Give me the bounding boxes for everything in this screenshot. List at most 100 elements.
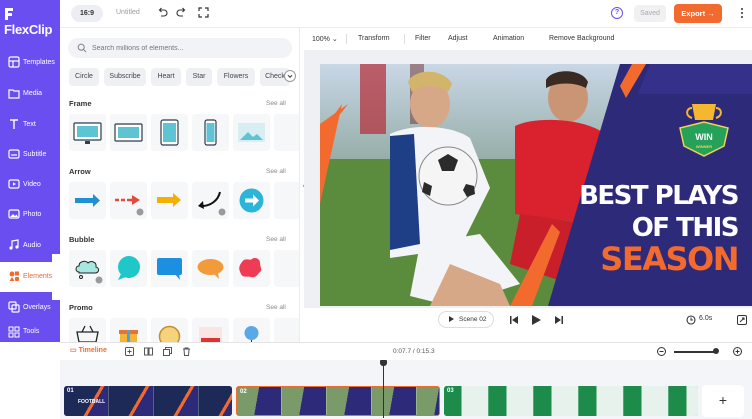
scene-duration[interactable]: 6.0s xyxy=(699,315,712,322)
preview-stage: WIN WINNER BEST PLAYS OF THIS SEASON xyxy=(304,50,752,308)
chip-subscribe[interactable]: Subscribe xyxy=(104,68,146,86)
see-all-frame[interactable]: See all xyxy=(266,100,286,107)
sidebar-item-media[interactable]: Media xyxy=(0,79,60,109)
element-thumbnail[interactable] xyxy=(274,182,299,219)
shopping-basket-icon xyxy=(76,325,99,342)
headline-line-1: BEST PLAYS xyxy=(579,181,738,211)
element-thumbnail[interactable] xyxy=(110,318,147,342)
redo-icon[interactable] xyxy=(176,7,187,18)
clip-frame xyxy=(417,387,439,415)
see-all-arrow[interactable]: See all xyxy=(266,168,286,175)
element-thumbnail[interactable] xyxy=(233,114,270,151)
chevron-down-icon[interactable] xyxy=(284,70,296,82)
element-thumbnail[interactable] xyxy=(233,250,270,287)
remove-background-button[interactable]: Remove Background xyxy=(549,35,614,42)
clip-frames xyxy=(444,386,698,416)
chip-circle[interactable]: Circle xyxy=(69,68,99,86)
element-search[interactable] xyxy=(68,38,292,58)
element-thumbnail[interactable] xyxy=(274,250,299,287)
zoom-slider-handle[interactable] xyxy=(713,348,719,354)
sidebar-item-subtitle[interactable]: Subtitle xyxy=(0,140,60,170)
delete-icon[interactable] xyxy=(182,347,191,356)
element-thumbnail[interactable] xyxy=(69,182,106,219)
element-thumbnail[interactable] xyxy=(274,318,299,342)
split-icon[interactable] xyxy=(144,347,153,356)
element-thumbnail[interactable] xyxy=(151,318,188,342)
landscape-frame-icon xyxy=(114,123,143,142)
scene-clip-01[interactable]: 01 FOOTBALL xyxy=(64,386,232,416)
sidebar-item-text[interactable]: Text xyxy=(0,110,60,140)
scene-clip-03[interactable]: 03 xyxy=(444,386,698,416)
sidebar-item-overlays[interactable]: Overlays xyxy=(0,293,60,323)
timeline-track: 01 FOOTBALL 02 03 xyxy=(60,360,752,419)
animation-button[interactable]: Animation xyxy=(493,35,524,42)
aspect-ratio-button[interactable]: 16:9 xyxy=(71,5,103,22)
filter-button[interactable]: Filter xyxy=(415,35,431,42)
element-thumbnail[interactable] xyxy=(192,250,229,287)
project-title[interactable]: Untitled xyxy=(116,9,140,16)
timeline-zoom-slider[interactable] xyxy=(674,351,716,353)
zoom-in-icon[interactable] xyxy=(733,347,742,356)
zoom-out-icon[interactable] xyxy=(657,347,666,356)
video-canvas[interactable]: WIN WINNER BEST PLAYS OF THIS SEASON xyxy=(320,64,752,306)
add-scene-icon[interactable] xyxy=(125,347,134,356)
zoom-select[interactable]: 100% ⌄ xyxy=(312,35,338,43)
element-thumbnail[interactable] xyxy=(233,182,270,219)
see-all-bubble[interactable]: See all xyxy=(266,236,286,243)
search-input[interactable] xyxy=(92,41,282,55)
previous-scene-icon[interactable] xyxy=(510,316,518,324)
flexclip-logo[interactable]: FlexClip xyxy=(4,7,60,37)
scene-clip-02-selected[interactable]: 02 xyxy=(236,386,440,416)
element-thumbnail[interactable] xyxy=(151,114,188,151)
sidebar-item-video[interactable]: Video xyxy=(0,170,60,200)
chip-flowers[interactable]: Flowers xyxy=(217,68,255,86)
element-thumbnail[interactable] xyxy=(151,182,188,219)
element-thumbnail[interactable] xyxy=(110,250,147,287)
element-thumbnail[interactable] xyxy=(192,114,229,151)
chip-heart[interactable]: Heart xyxy=(151,68,181,86)
sidebar-item-audio[interactable]: Audio xyxy=(0,231,60,261)
expand-preview-icon[interactable] xyxy=(737,315,747,325)
transform-button[interactable]: Transform xyxy=(358,35,390,42)
element-thumbnail[interactable] xyxy=(69,250,106,287)
help-icon[interactable]: ? xyxy=(611,7,623,19)
timeline-header: ▭ Timeline 0:07.7 / 0:15.3 xyxy=(60,342,752,360)
element-thumbnail[interactable] xyxy=(69,318,106,342)
sidebar-item-templates[interactable]: Templates xyxy=(0,48,60,78)
round-bubble-icon xyxy=(118,256,140,280)
chip-star[interactable]: Star xyxy=(186,68,212,86)
duplicate-icon[interactable] xyxy=(163,347,172,356)
element-thumbnail[interactable] xyxy=(69,114,106,151)
clip-frames: FOOTBALL xyxy=(64,386,232,416)
timeline-playhead[interactable] xyxy=(380,360,387,418)
element-thumbnail[interactable] xyxy=(110,114,147,151)
adjust-button[interactable]: Adjust xyxy=(448,35,467,42)
add-scene-button[interactable]: + xyxy=(702,385,744,417)
element-thumbnail[interactable] xyxy=(233,318,270,342)
clip-frame xyxy=(624,386,669,416)
saved-button[interactable]: Saved xyxy=(634,5,666,22)
see-all-promo[interactable]: See all xyxy=(266,304,286,311)
top-bar: 16:9 Untitled ? Saved Export → xyxy=(60,0,752,28)
element-thumbnail[interactable] xyxy=(151,250,188,287)
fullscreen-icon[interactable] xyxy=(198,7,209,18)
sidebar-item-tools[interactable]: Tools xyxy=(0,323,60,342)
more-menu-icon[interactable] xyxy=(736,6,748,20)
element-thumbnail[interactable] xyxy=(192,182,229,219)
timeline-tab[interactable]: ▭ Timeline xyxy=(70,346,107,354)
category-chips: Circle Subscribe Heart Star Flowers Chec… xyxy=(69,68,299,86)
play-icon[interactable] xyxy=(532,315,541,325)
element-thumbnail[interactable] xyxy=(274,114,299,151)
scene-play-button[interactable]: Scene 02 xyxy=(438,311,494,328)
sidebar-item-photo[interactable]: Photo xyxy=(0,200,60,230)
sidebar-item-elements[interactable]: Elements xyxy=(0,254,60,300)
element-thumbnail[interactable] xyxy=(192,318,229,342)
subtitle-icon xyxy=(8,149,20,159)
element-thumbnail[interactable] xyxy=(110,182,147,219)
export-button[interactable]: Export → xyxy=(674,4,722,23)
undo-icon[interactable] xyxy=(157,7,168,18)
timeline-label: Timeline xyxy=(78,347,107,354)
next-scene-icon[interactable] xyxy=(555,316,563,324)
square-bubble-icon xyxy=(157,258,182,280)
sidebar-item-label: Overlays xyxy=(23,304,51,311)
